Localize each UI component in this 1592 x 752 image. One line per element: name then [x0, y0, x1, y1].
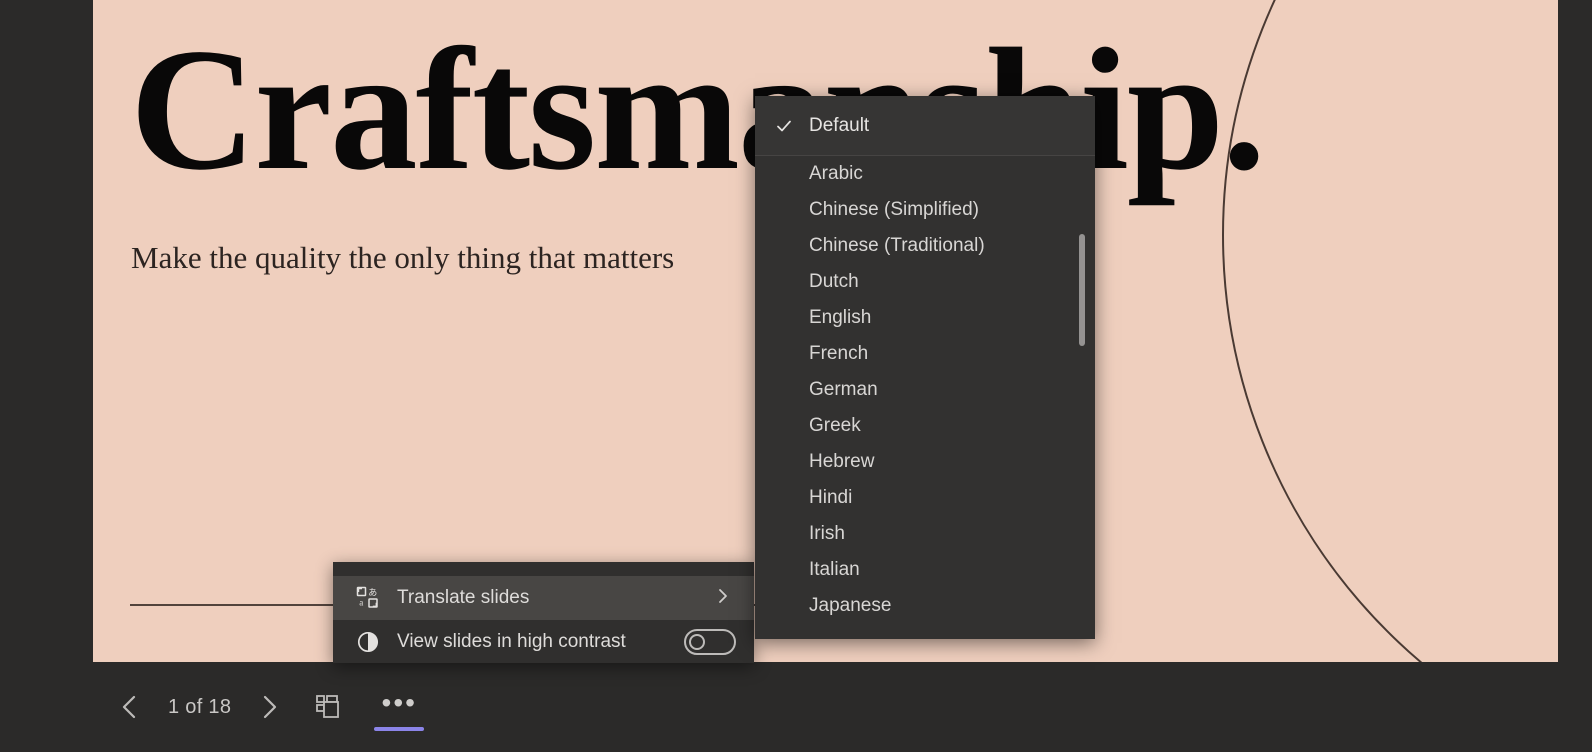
active-tab-underline [374, 727, 424, 731]
slide-subtitle: Make the quality the only thing that mat… [131, 240, 674, 276]
language-option[interactable]: Chinese (Simplified) [755, 192, 1095, 228]
page-indicator: 1 of 18 [152, 696, 247, 719]
previous-slide-button[interactable] [108, 679, 152, 735]
svg-text:a: a [359, 598, 363, 608]
language-option[interactable]: Chinese (Traditional) [755, 228, 1095, 264]
toggle-knob [689, 634, 705, 650]
high-contrast-icon [353, 627, 383, 657]
language-option[interactable]: Hindi [755, 480, 1095, 516]
context-menu: a あ Translate slides View slides [333, 562, 754, 663]
language-option-label: Hebrew [809, 451, 874, 473]
language-option-label: Greek [809, 415, 861, 437]
language-option-label: German [809, 379, 878, 401]
language-option-label: French [809, 343, 868, 365]
language-option-label: Default [809, 115, 869, 137]
chevron-right-icon [257, 691, 281, 723]
language-items-container: Arabic Chinese (Simplified) Chinese (Tradi… [755, 156, 1095, 624]
language-option[interactable]: Dutch [755, 264, 1095, 300]
language-option[interactable]: French [755, 336, 1095, 372]
menu-item-label: View slides in high contrast [397, 631, 684, 653]
svg-text:あ: あ [368, 588, 377, 599]
language-option-label: Irish [809, 523, 845, 545]
language-option-label: Italian [809, 559, 860, 581]
language-list-scrollbar[interactable] [1079, 156, 1085, 639]
language-option-label: Chinese (Traditional) [809, 235, 985, 257]
language-option[interactable]: Irish [755, 516, 1095, 552]
ellipsis-icon: ••• [382, 696, 417, 710]
high-contrast-toggle[interactable] [684, 629, 736, 655]
language-list: Arabic Chinese (Simplified) Chinese (Tradi… [755, 156, 1095, 639]
menu-item-label: Translate slides [397, 587, 716, 609]
language-option-label: Arabic [809, 163, 863, 185]
slides-view-button[interactable] [307, 679, 351, 735]
language-option-label: Hindi [809, 487, 852, 509]
language-option[interactable]: Japanese [755, 588, 1095, 624]
language-option[interactable]: Arabic [755, 156, 1095, 192]
scrollbar-thumb[interactable] [1079, 234, 1085, 346]
language-option[interactable]: German [755, 372, 1095, 408]
menu-item-translate-slides[interactable]: a あ Translate slides [333, 576, 754, 620]
language-option[interactable]: Greek [755, 408, 1095, 444]
translate-icon: a あ [353, 583, 383, 613]
language-option[interactable]: English [755, 300, 1095, 336]
slides-grid-icon [314, 692, 344, 722]
language-option-label: Dutch [809, 271, 859, 293]
language-option-label: English [809, 307, 871, 329]
language-submenu: Default Arabic Chinese (Simplified) Chines… [755, 96, 1095, 639]
bottom-toolbar: 1 of 18 ••• [93, 662, 1558, 752]
chevron-right-icon [716, 586, 736, 610]
language-option[interactable]: Italian [755, 552, 1095, 588]
language-option-label: Chinese (Simplified) [809, 199, 979, 221]
next-slide-button[interactable] [247, 679, 291, 735]
language-option-default[interactable]: Default [755, 96, 1095, 155]
language-option[interactable]: Hebrew [755, 444, 1095, 480]
menu-item-high-contrast[interactable]: View slides in high contrast [333, 620, 754, 664]
check-icon [775, 117, 809, 135]
presentation-viewer-app: Craftsmanship. Make the quality the only… [0, 0, 1592, 752]
more-options-button[interactable]: ••• [377, 679, 421, 735]
chevron-left-icon [118, 691, 142, 723]
language-option-label: Japanese [809, 595, 891, 617]
